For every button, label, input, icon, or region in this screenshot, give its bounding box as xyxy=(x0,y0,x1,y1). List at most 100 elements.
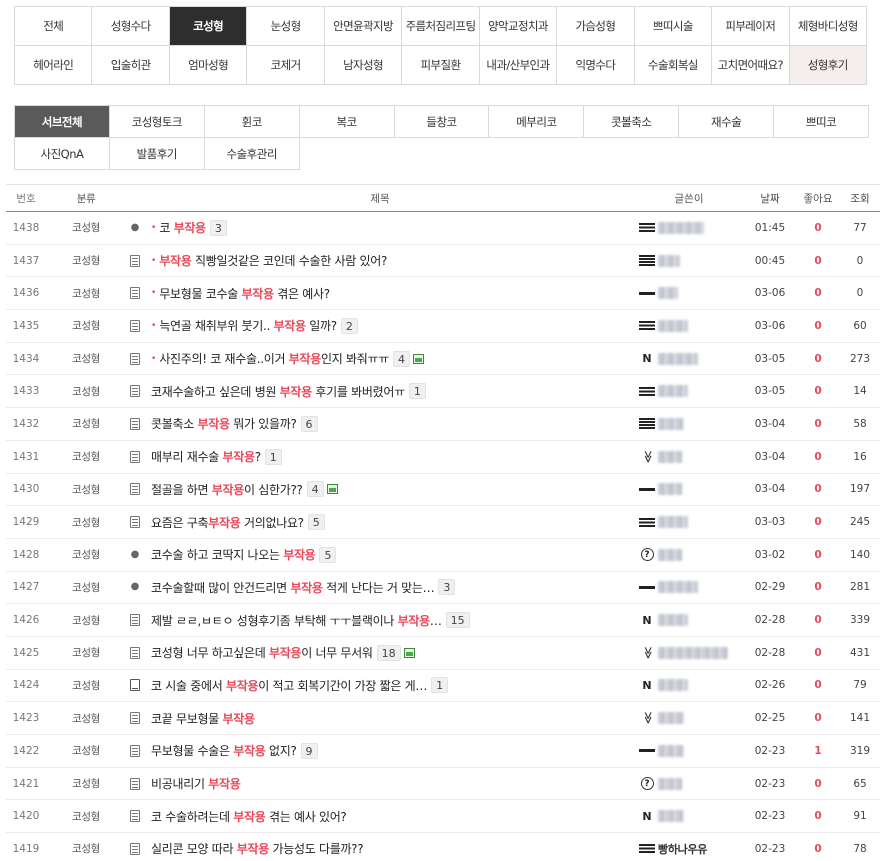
blurred-writer-name[interactable] xyxy=(658,254,680,267)
post-title-link[interactable]: 코성형 너무 하고싶은데 부작용이 너무 무서워 xyxy=(151,644,373,661)
table-row[interactable]: 1431 코성형 매부리 재수술 부작용? 1 ≫ 03-04 0 16 xyxy=(6,441,880,474)
post-title-link[interactable]: 사진주의! 코 재수술..이거 부작용인지 봐줘ㅠㅠ xyxy=(159,350,389,367)
category-tab[interactable]: 체형바디성형 xyxy=(789,7,867,46)
blurred-writer-name[interactable] xyxy=(658,744,684,757)
post-title-cell[interactable]: ● • 코 부작용 3 xyxy=(126,219,634,236)
post-writer[interactable] xyxy=(634,286,744,300)
blurred-writer-name[interactable] xyxy=(658,614,688,627)
blurred-writer-name[interactable] xyxy=(658,712,684,725)
table-row[interactable]: 1424 코성형 코 시술 중에서 부작용이 적고 회복기간이 가장 짧은 게… 1 N… xyxy=(6,670,880,703)
category-tab[interactable]: 양악교정치과 xyxy=(479,7,558,46)
comment-count[interactable]: 6 xyxy=(300,415,318,432)
table-row[interactable]: 1432 코성형 콧볼축소 부작용 뭐가 있을까? 6 03-04 0 58 xyxy=(6,408,880,441)
post-title-link[interactable]: 실리콘 모양 따라 부작용 가능성도 다를까?? xyxy=(151,840,364,857)
post-title-cell[interactable]: 코성형 너무 하고싶은데 부작용이 너무 무서워 18 xyxy=(126,644,634,661)
subtab[interactable]: 재수술 xyxy=(679,106,775,138)
comment-count[interactable]: 5 xyxy=(307,514,325,531)
post-title-cell[interactable]: 코재수술하고 싶은데 병원 부작용 후기를 봐버렸어ㅠ 1 xyxy=(126,383,634,400)
comment-count[interactable]: 3 xyxy=(209,219,227,236)
table-row[interactable]: 1425 코성형 코성형 너무 하고싶은데 부작용이 너무 무서워 18 ≫ 02-28 0… xyxy=(6,637,880,670)
table-row[interactable]: 1423 코성형 코끝 무보형물 부작용 ≫ 02-25 0 141 xyxy=(6,702,880,735)
blurred-writer-name[interactable] xyxy=(658,516,688,529)
comment-count[interactable]: 15 xyxy=(445,612,470,629)
post-title-cell[interactable]: • 사진주의! 코 재수술..이거 부작용인지 봐줘ㅠㅠ 4 xyxy=(126,350,634,367)
post-title-cell[interactable]: 코끝 무보형물 부작용 xyxy=(126,710,634,727)
table-row[interactable]: 1433 코성형 코재수술하고 싶은데 병원 부작용 후기를 봐버렸어ㅠ 1 03-05… xyxy=(6,375,880,409)
blurred-writer-name[interactable] xyxy=(658,287,678,300)
category-tab[interactable]: 내과/산부인과 xyxy=(479,46,558,85)
post-title-link[interactable]: 코 부작용 xyxy=(159,219,206,236)
post-writer[interactable]: ? xyxy=(634,548,744,562)
comment-count[interactable]: 4 xyxy=(393,350,410,367)
subtab[interactable]: 쁘띠코 xyxy=(774,106,869,138)
post-writer[interactable]: ≫ xyxy=(634,450,744,464)
post-title-cell[interactable]: 콧볼축소 부작용 뭐가 있을까? 6 xyxy=(126,415,634,432)
blurred-writer-name[interactable] xyxy=(658,417,684,430)
post-writer[interactable] xyxy=(634,384,744,398)
subtab[interactable]: 수술후관리 xyxy=(204,138,300,170)
comment-count[interactable]: 1 xyxy=(264,448,282,465)
category-tab[interactable]: 전체 xyxy=(15,7,93,46)
comment-count[interactable]: 5 xyxy=(319,546,337,563)
post-writer[interactable] xyxy=(634,417,744,431)
writer-name[interactable]: 빵하나우유 xyxy=(658,841,707,857)
post-title-link[interactable]: 콧볼축소 부작용 뭐가 있을까? xyxy=(151,415,297,432)
blurred-writer-name[interactable] xyxy=(658,450,682,463)
table-row[interactable]: 1422 코성형 무보형물 수술은 부작용 없지? 9 02-23 1 319 xyxy=(6,735,880,768)
post-writer[interactable] xyxy=(634,580,744,594)
comment-count[interactable]: 1 xyxy=(408,383,426,400)
post-title-cell[interactable]: 코 수술하려는데 부작용 겪는 예사 있어? xyxy=(126,808,634,825)
post-title-cell[interactable]: • 부작용 직빵일것같은 코인데 수술한 사람 있어? xyxy=(126,252,634,269)
subtab[interactable]: 발품후기 xyxy=(109,138,205,170)
post-title-cell[interactable]: 요즘은 구축부작용 거의없나요? 5 xyxy=(126,514,634,531)
table-row[interactable]: 1421 코성형 비공내리기 부작용? 02-23 0 65 xyxy=(6,768,880,801)
table-row[interactable]: 1437 코성형 • 부작용 직빵일것같은 코인데 수술한 사람 있어? 00:45 0 0 xyxy=(6,245,880,278)
blurred-writer-name[interactable] xyxy=(658,679,688,692)
category-tab[interactable]: 엄마성형 xyxy=(169,46,248,85)
post-title-cell[interactable]: ● 코수술할때 많이 안건드리면 부작용 적게 난다는 거 맞는… 3 xyxy=(126,579,634,596)
table-row[interactable]: 1435 코성형 • 늑연골 채취부위 붓기.. 부작용 일까? 2 03-06 0 60 xyxy=(6,310,880,343)
post-title-link[interactable]: 절골을 하면 부작용이 심한가?? xyxy=(151,481,303,498)
subtab[interactable]: 휜코 xyxy=(204,106,300,138)
subtab[interactable]: 서브전체 xyxy=(15,106,110,138)
post-writer[interactable]: ≫ xyxy=(634,711,744,725)
post-title-link[interactable]: 코수술 하고 코딱지 나오는 부작용 xyxy=(151,546,316,563)
post-title-link[interactable]: 코끝 무보형물 부작용 xyxy=(151,710,255,727)
blurred-writer-name[interactable] xyxy=(658,777,682,790)
category-tab[interactable]: 눈성형 xyxy=(247,7,325,46)
subtab[interactable]: 사진QnA xyxy=(15,138,110,170)
category-tab[interactable]: 남자성형 xyxy=(324,46,403,85)
post-writer[interactable]: N xyxy=(634,678,744,692)
blurred-writer-name[interactable] xyxy=(658,319,688,332)
category-tab[interactable]: 코제거 xyxy=(247,46,325,85)
category-tab[interactable]: 쁘띠시술 xyxy=(634,7,713,46)
blurred-writer-name[interactable] xyxy=(658,352,698,365)
post-writer[interactable]: ≫ xyxy=(634,646,744,660)
post-title-link[interactable]: 무보형물 수술은 부작용 없지? xyxy=(151,742,297,759)
post-writer[interactable] xyxy=(634,744,744,758)
post-title-link[interactable]: 제발 ㄹㄹ,ㅂㅌㅇ 성형후기좀 부탁해 ㅜㅜ블랙이나 부작용… xyxy=(151,612,442,629)
post-title-link[interactable]: 부작용 직빵일것같은 코인데 수술한 사람 있어? xyxy=(159,252,387,269)
post-title-cell[interactable]: • 늑연골 채취부위 붓기.. 부작용 일까? 2 xyxy=(126,317,634,334)
comment-count[interactable]: 1 xyxy=(431,677,449,694)
post-writer[interactable]: 빵하나우유 xyxy=(634,841,744,857)
category-tab[interactable]: 헤어라인 xyxy=(15,46,93,85)
table-row[interactable]: 1430 코성형 절골을 하면 부작용이 심한가?? 4 03-04 0 197 xyxy=(6,474,880,507)
post-title-cell[interactable]: 코 시술 중에서 부작용이 적고 회복기간이 가장 짧은 게… 1 xyxy=(126,677,634,694)
category-tab[interactable]: 코성형 xyxy=(169,7,248,46)
post-title-link[interactable]: 코 수술하려는데 부작용 겪는 예사 있어? xyxy=(151,808,347,825)
table-row[interactable]: 1427 코성형 ● 코수술할때 많이 안건드리면 부작용 적게 난다는 거 맞는… 3… xyxy=(6,572,880,605)
category-tab[interactable]: 성형후기 xyxy=(789,46,867,85)
comment-count[interactable]: 4 xyxy=(306,481,324,498)
post-writer[interactable] xyxy=(634,319,744,333)
post-title-cell[interactable]: 비공내리기 부작용 xyxy=(126,775,634,792)
post-writer[interactable]: ? xyxy=(634,777,744,791)
post-title-link[interactable]: 코수술할때 많이 안건드리면 부작용 적게 난다는 거 맞는… xyxy=(151,579,435,596)
category-tab[interactable]: 안면윤곽지방 xyxy=(324,7,403,46)
subtab[interactable]: 코성형토크 xyxy=(109,106,205,138)
comment-count[interactable]: 2 xyxy=(340,317,358,334)
blurred-writer-name[interactable] xyxy=(658,548,682,561)
table-row[interactable]: 1438 코성형 ● • 코 부작용 3 01:45 0 77 xyxy=(6,212,880,245)
post-title-cell[interactable]: ● 코수술 하고 코딱지 나오는 부작용 5 xyxy=(126,546,634,563)
subtab[interactable]: 메부리코 xyxy=(489,106,585,138)
